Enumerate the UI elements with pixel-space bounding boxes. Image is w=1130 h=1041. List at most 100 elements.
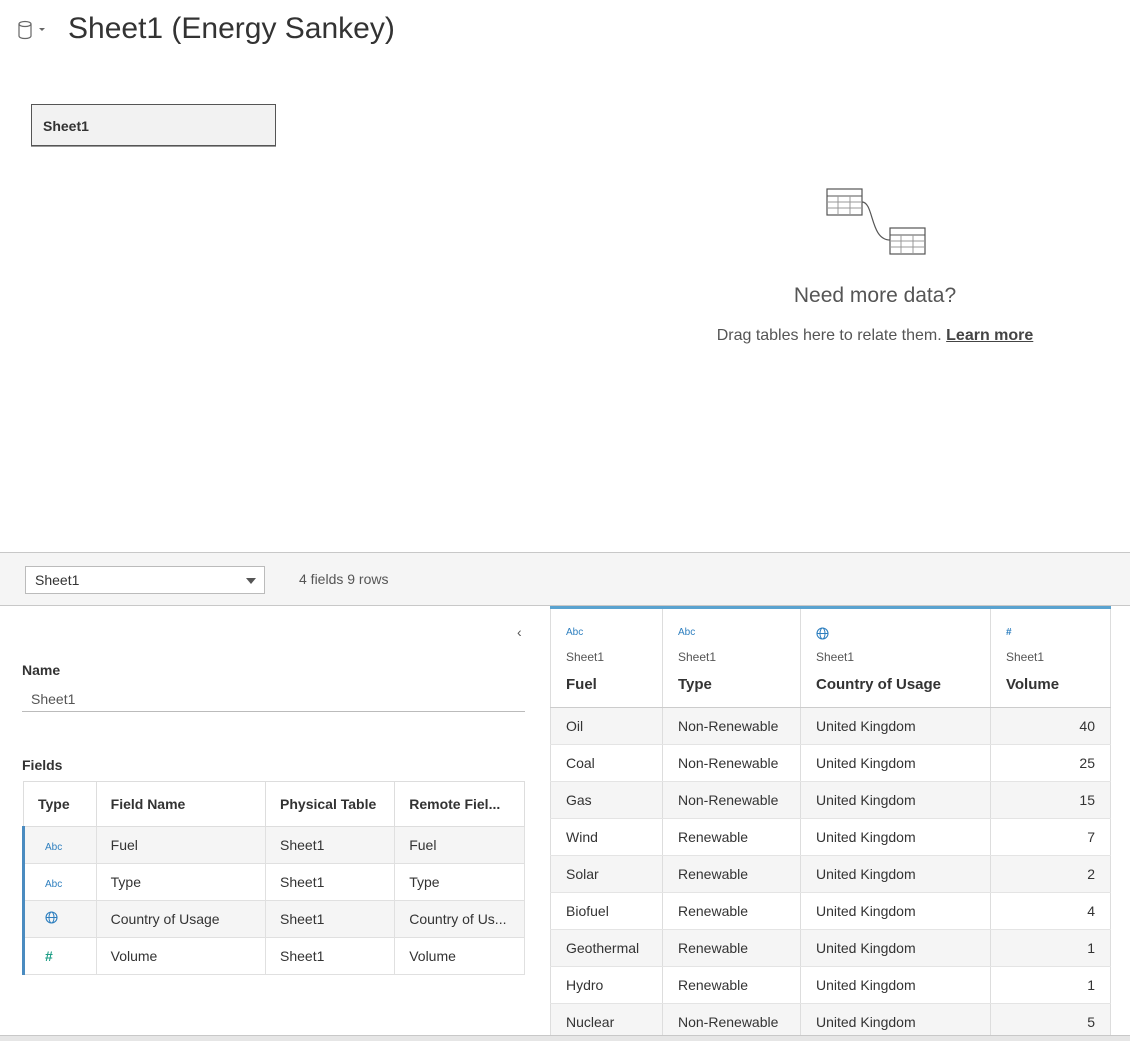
remote-field-cell: Type (394, 863, 525, 901)
fuel-cell[interactable]: Hydro (550, 966, 663, 1004)
volume-cell[interactable]: 15 (990, 781, 1111, 819)
volume-cell[interactable]: 4 (990, 892, 1111, 930)
field-name-cell[interactable]: Volume (95, 937, 267, 975)
fuel-cell[interactable]: Wind (550, 818, 663, 856)
sheet-table-card[interactable]: Sheet1 (31, 104, 276, 146)
country-cell[interactable]: United Kingdom (800, 781, 991, 819)
column-source: Sheet1 (1006, 650, 1045, 664)
chevron-down-icon (246, 578, 256, 584)
volume-cell[interactable]: 1 (990, 966, 1111, 1004)
table-row[interactable]: # Volume Sheet1 Volume (22, 937, 525, 975)
column-name: Type (678, 676, 712, 693)
table-select-dropdown[interactable]: Sheet1 (25, 566, 265, 594)
string-type-icon[interactable]: Abc (45, 842, 62, 853)
string-type-icon[interactable]: Abc (566, 627, 662, 641)
fields-column-type[interactable]: Type (23, 781, 97, 827)
table-row[interactable]: Gas Non-Renewable United Kingdom 15 (550, 781, 1111, 819)
type-cell[interactable]: Renewable (662, 892, 801, 930)
table-row[interactable]: Abc Fuel Sheet1 Fuel (22, 826, 525, 864)
type-cell[interactable]: Non-Renewable (662, 744, 801, 782)
globe-icon[interactable] (45, 911, 58, 924)
string-type-icon[interactable]: Abc (678, 627, 800, 641)
field-name-cell[interactable]: Type (95, 863, 267, 901)
table-row[interactable]: Geothermal Renewable United Kingdom 1 (550, 929, 1111, 967)
volume-cell[interactable]: 40 (990, 707, 1111, 745)
remote-field-cell: Country of Us... (394, 900, 525, 938)
physical-table-cell: Sheet1 (265, 937, 396, 975)
page-title: Sheet1 (Energy Sankey) (68, 12, 395, 45)
table-name-input[interactable] (22, 686, 525, 712)
type-cell[interactable]: Renewable (662, 929, 801, 967)
field-name-cell[interactable]: Country of Usage (95, 900, 267, 938)
field-name-cell[interactable]: Fuel (95, 826, 267, 864)
grid-column-fuel[interactable]: Abc Sheet1 Fuel (550, 606, 663, 708)
column-name: Volume (1006, 676, 1060, 693)
table-row[interactable]: Solar Renewable United Kingdom 2 (550, 855, 1111, 893)
type-cell[interactable]: Non-Renewable (662, 781, 801, 819)
fields-table: Type Field Name Physical Table Remote Fi… (22, 781, 525, 975)
table-row[interactable]: Abc Type Sheet1 Type (22, 863, 525, 901)
column-source: Sheet1 (678, 650, 717, 664)
country-cell[interactable]: United Kingdom (800, 929, 991, 967)
type-cell[interactable]: Renewable (662, 966, 801, 1004)
volume-cell[interactable]: 7 (990, 818, 1111, 856)
drag-tables-hint-text: Drag tables here to relate them. (716, 327, 942, 344)
type-cell[interactable]: Non-Renewable (662, 707, 801, 745)
fuel-cell[interactable]: Geothermal (550, 929, 663, 967)
number-type-icon[interactable]: # (1006, 627, 1110, 641)
country-cell[interactable]: United Kingdom (800, 855, 991, 893)
bottom-scroll-strip[interactable] (0, 1035, 1130, 1041)
column-name: Country of Usage (816, 676, 942, 693)
column-source: Sheet1 (566, 650, 605, 664)
column-source: Sheet1 (816, 650, 855, 664)
drag-tables-hint: Drag tables here to relate them. Learn m… (690, 327, 1060, 345)
learn-more-link[interactable]: Learn more (946, 327, 1033, 344)
country-cell[interactable]: United Kingdom (800, 744, 991, 782)
volume-cell[interactable]: 1 (990, 929, 1111, 967)
fields-column-physical-table[interactable]: Physical Table (265, 781, 396, 827)
name-label: Name (22, 662, 61, 678)
grid-column-volume[interactable]: # Sheet1 Volume (990, 606, 1111, 708)
table-row[interactable]: Wind Renewable United Kingdom 7 (550, 818, 1111, 856)
fields-column-remote-field[interactable]: Remote Fiel... (394, 781, 525, 827)
remote-field-cell: Fuel (394, 826, 525, 864)
table-row[interactable]: Hydro Renewable United Kingdom 1 (550, 966, 1111, 1004)
fuel-cell[interactable]: Oil (550, 707, 663, 745)
sheet-table-card-label: Sheet1 (43, 118, 89, 134)
physical-table-cell: Sheet1 (265, 900, 396, 938)
grid-column-type[interactable]: Abc Sheet1 Type (662, 606, 801, 708)
database-icon[interactable] (16, 18, 46, 42)
fuel-cell[interactable]: Biofuel (550, 892, 663, 930)
grid-column-country[interactable]: Sheet1 Country of Usage (800, 606, 991, 708)
physical-table-cell: Sheet1 (265, 826, 396, 864)
fuel-cell[interactable]: Gas (550, 781, 663, 819)
data-grid: Abc Sheet1 Fuel Abc Sheet1 Type Sheet1 C… (550, 606, 1111, 1041)
type-cell[interactable]: Renewable (662, 818, 801, 856)
type-cell[interactable]: Renewable (662, 855, 801, 893)
number-type-icon[interactable]: # (45, 948, 53, 964)
need-more-data-title: Need more data? (793, 284, 957, 307)
column-name: Fuel (566, 676, 597, 693)
volume-cell[interactable]: 25 (990, 744, 1111, 782)
table-select-value: Sheet1 (35, 572, 80, 588)
country-cell[interactable]: United Kingdom (800, 707, 991, 745)
globe-icon[interactable] (816, 627, 829, 640)
physical-table-cell: Sheet1 (265, 863, 396, 901)
fields-column-field-name[interactable]: Field Name (95, 781, 267, 827)
volume-cell[interactable]: 2 (990, 855, 1111, 893)
remote-field-cell: Volume (394, 937, 525, 975)
string-type-icon[interactable]: Abc (45, 879, 62, 890)
fields-label: Fields (22, 757, 63, 773)
field-row-count: 4 fields 9 rows (299, 571, 389, 587)
table-row[interactable]: Biofuel Renewable United Kingdom 4 (550, 892, 1111, 930)
chevron-left-icon[interactable]: ‹ (517, 624, 531, 640)
fuel-cell[interactable]: Coal (550, 744, 663, 782)
table-row[interactable]: Oil Non-Renewable United Kingdom 40 (550, 707, 1111, 745)
country-cell[interactable]: United Kingdom (800, 966, 991, 1004)
fuel-cell[interactable]: Solar (550, 855, 663, 893)
table-row[interactable]: Coal Non-Renewable United Kingdom 25 (550, 744, 1111, 782)
relate-tables-icon (826, 188, 926, 255)
country-cell[interactable]: United Kingdom (800, 892, 991, 930)
table-row[interactable]: Country of Usage Sheet1 Country of Us... (22, 900, 525, 938)
country-cell[interactable]: United Kingdom (800, 818, 991, 856)
